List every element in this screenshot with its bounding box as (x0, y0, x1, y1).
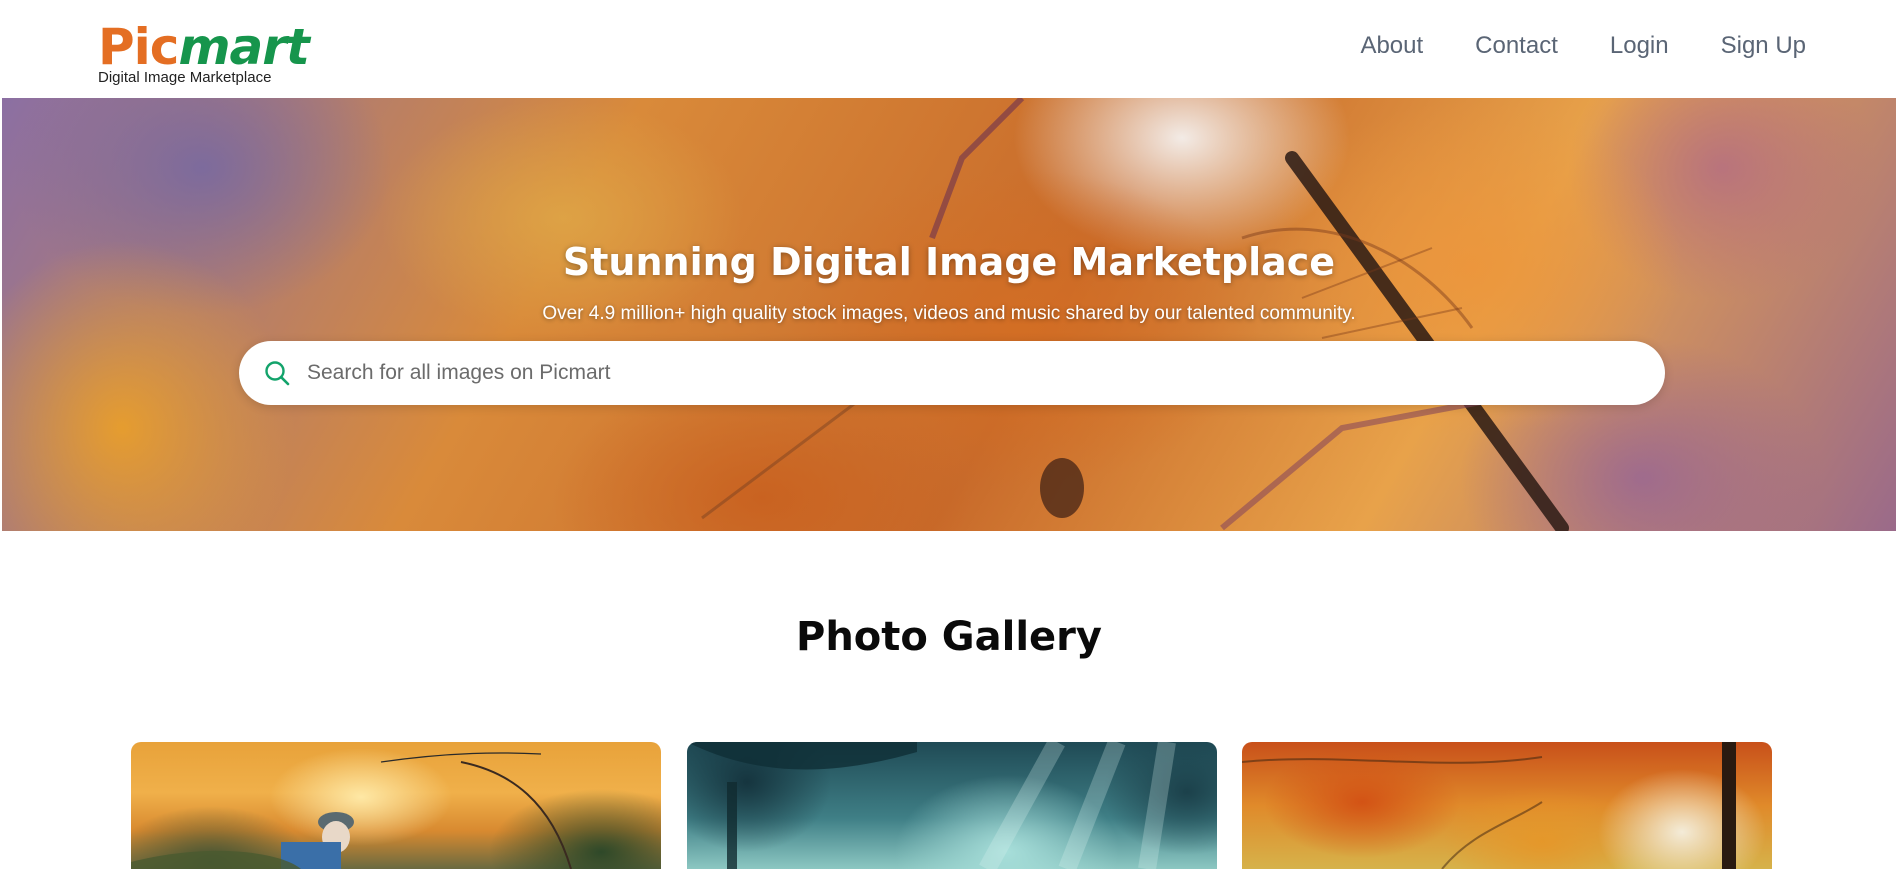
gallery-heading: Photo Gallery (796, 614, 1102, 660)
search-input[interactable] (305, 340, 1665, 406)
nav-link-sign-up[interactable]: Sign Up (1721, 32, 1806, 60)
hero-title: Stunning Digital Image Marketplace (562, 240, 1336, 284)
hero-banner: Stunning Digital Image Marketplace Over … (2, 98, 1896, 531)
main-nav: About Contact Login Sign Up (1360, 32, 1806, 60)
picmart-logo[interactable]: Picmart Digital Image Marketplace (98, 22, 310, 85)
nav-link-login[interactable]: Login (1610, 32, 1669, 60)
autumn-trees-illustration (1242, 742, 1736, 869)
hero-subtitle: Over 4.9 million+ high quality stock ima… (542, 303, 1356, 324)
site-header: Picmart Digital Image Marketplace About … (0, 0, 1898, 98)
gallery-photo-misty-forest[interactable] (687, 742, 1217, 869)
logo-wordmark: Picmart (98, 18, 310, 76)
search-bar[interactable] (239, 340, 1665, 406)
gallery-photo-fisherman[interactable] (131, 742, 661, 869)
logo-mart-text: mart (178, 18, 309, 76)
logo-pic-text: Pic (98, 18, 179, 76)
misty-forest-illustration (687, 742, 1176, 869)
nav-link-about[interactable]: About (1360, 32, 1423, 60)
nav-link-contact[interactable]: Contact (1475, 32, 1558, 60)
fisherman-illustration (131, 752, 572, 869)
gallery-photo-autumn-path[interactable] (1242, 742, 1772, 869)
search-icon (263, 359, 291, 387)
